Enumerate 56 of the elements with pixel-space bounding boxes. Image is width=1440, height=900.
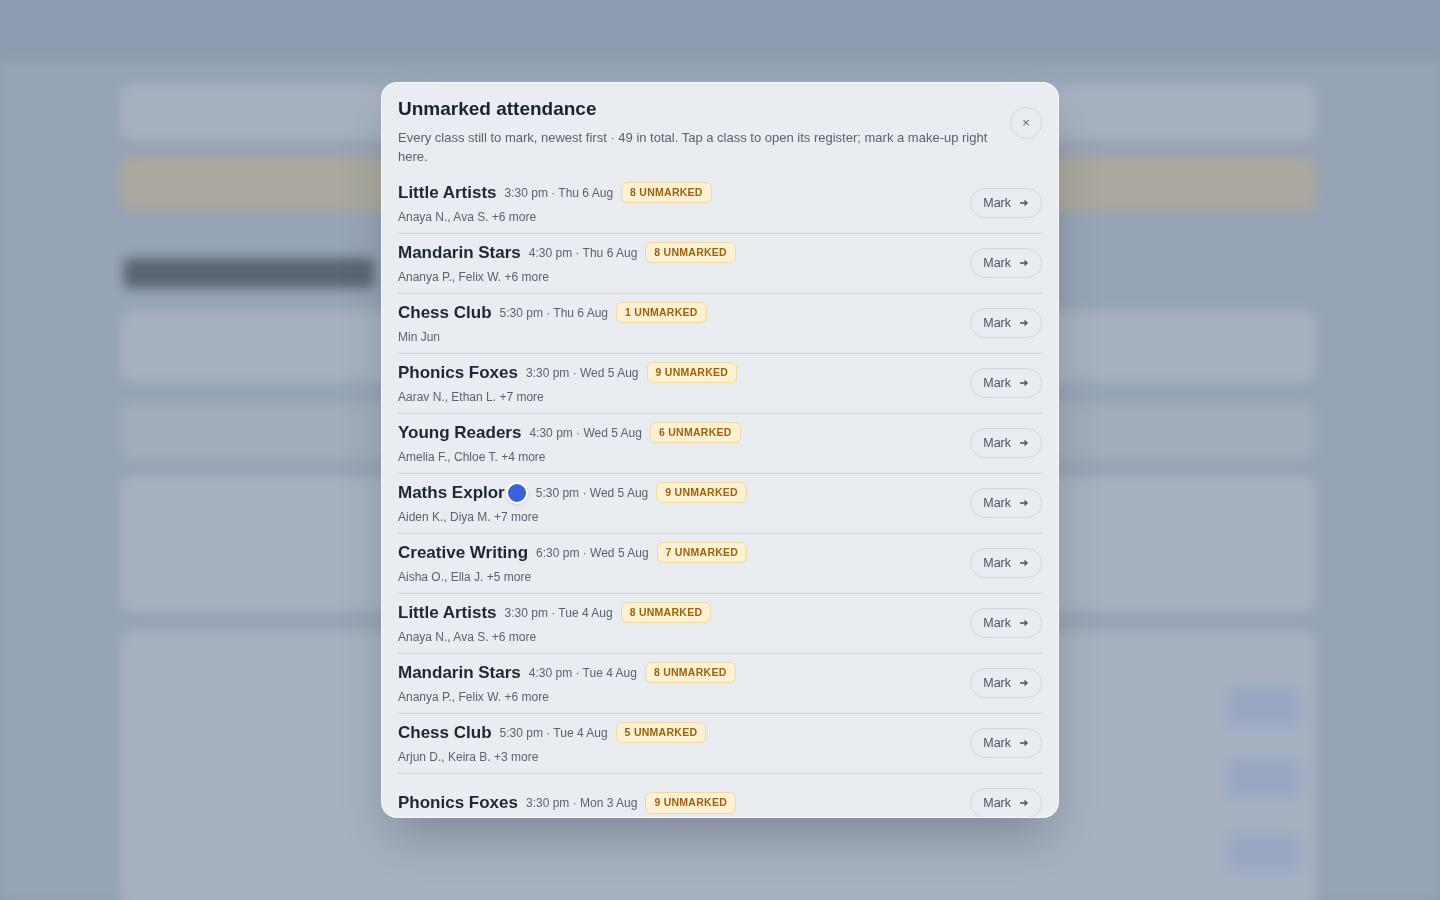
unmarked-count-badge: 9 UNMARKED [646,361,738,384]
arrow-right-icon [1019,318,1029,328]
dialog-title: Unmarked attendance [398,97,598,121]
arrow-right-icon [1019,198,1029,208]
class-time: 5:30 pm · Thu 6 Aug [499,304,609,322]
student-names: Anaya N., Ava S. +6 more [398,209,538,227]
unmarked-count-badge: 8 UNMARKED [645,241,736,264]
class-name[interactable]: Phonics Foxes [398,359,518,386]
class-name[interactable]: Little Artists [398,179,497,206]
unmarked-count-badge: 1 UNMARKED [616,301,707,324]
student-names: Min Jun [398,329,442,347]
class-time: 3:30 pm · Tue 4 Aug [504,604,613,622]
class-time: 3:30 pm · Thu 6 Aug [504,184,614,202]
student-names: Anaya N., Ava S. +6 more [398,629,538,647]
arrow-right-icon [1019,558,1029,568]
class-time: 3:30 pm · Mon 3 Aug [526,795,638,812]
student-names: Aisha O., Ella J. +5 more [398,569,533,587]
class-time: 5:30 pm · Wed 5 Aug [535,484,649,502]
arrow-right-icon [1019,378,1029,388]
class-name[interactable]: Creative Writing [398,539,529,566]
arrow-right-icon [1019,738,1029,748]
unmarked-count-badge: 9 UNMARKED [656,481,747,504]
arrow-right-icon [1019,618,1029,628]
class-name[interactable]: Phonics Foxes [398,790,518,816]
arrow-right-icon [1019,798,1029,808]
class-time: 3:30 pm · Wed 5 Aug [526,364,639,382]
unmarked-count-badge: 6 UNMARKED [649,421,741,444]
class-name[interactable]: Little Artists [398,599,497,626]
arrow-right-icon [1019,258,1029,268]
class-name[interactable]: Young Readers [398,419,522,446]
class-name[interactable]: Chess Club [398,299,492,326]
dialog-description: Every class still to mark, newest first · 49 in total. Tap a class to open its register; mark a make-up right here. [398,128,988,166]
class-name[interactable]: Maths Explor [398,479,505,506]
class-name[interactable]: Mandarin Stars [398,659,521,686]
class-time: 4:30 pm · Wed 5 Aug [529,424,642,442]
student-names: Ananya P., Felix W. +6 more [398,269,550,287]
unmarked-count-badge: 8 UNMARKED [620,601,712,624]
unmarked-count-badge: 8 UNMARKED [644,661,736,684]
class-name[interactable]: Chess Club [398,719,492,746]
arrow-right-icon [1019,498,1029,508]
class-time: 5:30 pm · Tue 4 Aug [499,724,608,742]
student-names: Arjun D., Keira B. +3 more [398,749,540,767]
class-time: 4:30 pm · Thu 6 Aug [528,244,638,262]
unmarked-count-badge: 8 UNMARKED [621,181,712,204]
class-time: 6:30 pm · Wed 5 Aug [536,544,649,562]
student-names: Amelia F., Chloe T. +4 more [398,449,547,467]
student-names: Aiden K., Diya M. +7 more [398,509,540,527]
unmarked-count-badge: 7 UNMARKED [656,541,748,564]
arrow-right-icon [1019,438,1029,448]
student-names: Ananya P., Felix W. +6 more [398,689,550,707]
arrow-right-icon [1019,678,1029,688]
unmarked-count-badge: 9 UNMARKED [645,792,737,814]
class-name[interactable]: Mandarin Stars [398,239,521,266]
class-time: 4:30 pm · Tue 4 Aug [528,664,637,682]
unmarked-count-badge: 5 UNMARKED [615,721,707,744]
student-names: Aarav N., Ethan L. +7 more [398,389,545,407]
